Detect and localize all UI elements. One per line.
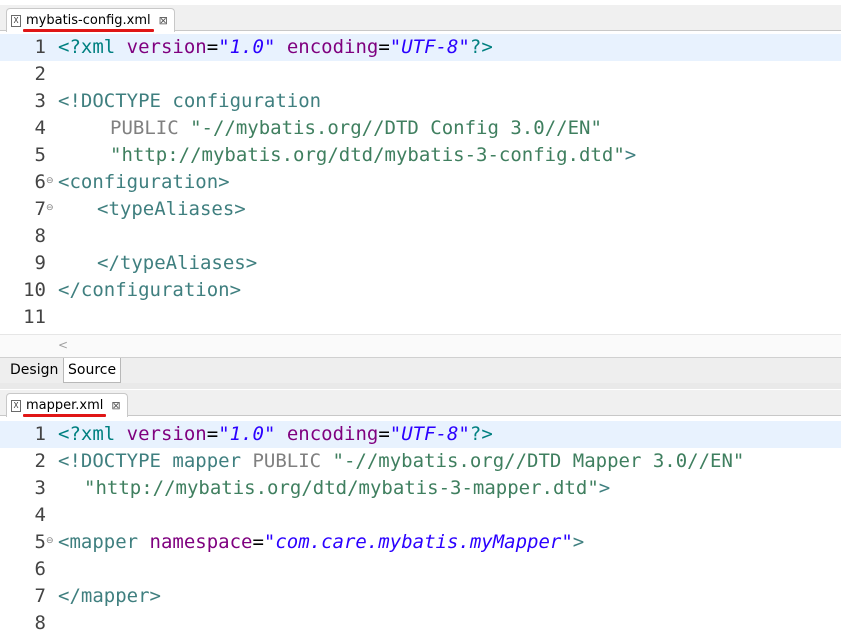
bottom-code-editor[interactable]: 1 <?xml version="1.0" encoding="UTF-8"?>… [0, 421, 841, 637]
code-line: 2 <!DOCTYPE mapper PUBLIC "-//mybatis.or… [0, 448, 841, 475]
horizontal-scrollbar[interactable]: < [0, 334, 841, 357]
code-text: "http://mybatis.org/dtd/mybatis-3-mapper… [84, 477, 611, 499]
tab-label: mybatis-config.xml [23, 13, 154, 32]
code-line: 4 [0, 502, 841, 529]
line-number: 8 [34, 225, 46, 247]
code-line: 10 </configuration> [0, 277, 841, 304]
line-number: 1 [34, 36, 46, 58]
code-line: 6 ⊖ <configuration> [0, 169, 841, 196]
xml-file-icon: X [11, 14, 21, 27]
code-line: 6 [0, 556, 841, 583]
code-line: 1 <?xml version="1.0" encoding="UTF-8"?> [0, 34, 841, 61]
line-number: 8 [34, 612, 46, 634]
line-number: 2 [34, 450, 46, 472]
code-line: 5 "http://mybatis.org/dtd/mybatis-3-conf… [0, 142, 841, 169]
tab-source[interactable]: Source [63, 358, 122, 383]
code-line: 2 [0, 61, 841, 88]
code-line: 7 ⊖ <typeAliases> [0, 196, 841, 223]
code-text: <mapper namespace="com.care.mybatis.myMa… [58, 531, 585, 553]
top-code-editor[interactable]: 1 <?xml version="1.0" encoding="UTF-8"?>… [0, 34, 841, 334]
code-line: 8 [0, 610, 841, 637]
code-line: 4 PUBLIC "-//mybatis.org//DTD Config 3.0… [0, 115, 841, 142]
code-text: <?xml version="1.0" encoding="UTF-8"?> [58, 423, 493, 445]
code-text: PUBLIC "-//mybatis.org//DTD Config 3.0//… [110, 117, 602, 139]
code-text: <!DOCTYPE configuration [58, 90, 322, 112]
code-line: 7 </mapper> [0, 583, 841, 610]
line-number: 3 [34, 477, 46, 499]
code-text: </configuration> [58, 279, 242, 301]
line-number: 2 [34, 63, 46, 85]
code-text: <?xml version="1.0" encoding="UTF-8"?> [58, 36, 493, 58]
close-icon[interactable]: ⊠ [111, 399, 120, 412]
code-text: <configuration> [58, 171, 230, 193]
red-underline-annotation [23, 29, 154, 32]
code-text: </mapper> [58, 585, 161, 607]
top-editor-tabbar: X mybatis-config.xml ⊠ [0, 5, 841, 32]
line-number: 4 [34, 117, 46, 139]
close-icon[interactable]: ⊠ [159, 14, 168, 27]
fold-toggle-icon[interactable]: ⊖ [46, 176, 54, 186]
scroll-left-icon[interactable]: < [58, 338, 68, 352]
code-line: 11 [0, 304, 841, 331]
red-underline-annotation [23, 414, 107, 417]
line-number: 6 [34, 171, 46, 193]
line-number: 3 [34, 90, 46, 112]
line-number: 9 [34, 252, 46, 274]
code-line: 8 [0, 223, 841, 250]
fold-toggle-icon[interactable]: ⊖ [46, 536, 54, 546]
tab-design[interactable]: Design [6, 358, 62, 383]
bottom-editor-tabbar: X mapper.xml ⊠ [0, 390, 841, 417]
code-text: "http://mybatis.org/dtd/mybatis-3-config… [110, 144, 637, 166]
line-number: 11 [23, 306, 46, 328]
line-number: 5 [34, 144, 46, 166]
tab-mapper[interactable]: X mapper.xml ⊠ [6, 393, 128, 417]
line-number: 10 [23, 279, 46, 301]
code-text: </typeAliases> [97, 252, 258, 274]
code-line: 9 </typeAliases> [0, 250, 841, 277]
code-line: 3 "http://mybatis.org/dtd/mybatis-3-mapp… [0, 475, 841, 502]
code-line: 3 <!DOCTYPE configuration [0, 88, 841, 115]
line-number: 7 [34, 198, 46, 220]
code-text: <!DOCTYPE mapper PUBLIC "-//mybatis.org/… [58, 450, 745, 472]
line-number: 5 [34, 531, 46, 553]
line-number: 6 [34, 558, 46, 580]
line-number: 4 [34, 504, 46, 526]
xml-file-icon: X [11, 399, 21, 412]
fold-toggle-icon[interactable]: ⊖ [46, 203, 54, 213]
code-text: <typeAliases> [97, 198, 246, 220]
tab-label: mapper.xml [23, 398, 107, 417]
line-number: 1 [34, 423, 46, 445]
code-line: 1 <?xml version="1.0" encoding="UTF-8"?> [0, 421, 841, 448]
editor-mode-tabs: Design Source [0, 357, 841, 383]
pane-divider [0, 383, 841, 389]
code-line: 5 ⊖ <mapper namespace="com.care.mybatis.… [0, 529, 841, 556]
tab-mybatis-config[interactable]: X mybatis-config.xml ⊠ [6, 8, 175, 32]
line-number: 7 [34, 585, 46, 607]
